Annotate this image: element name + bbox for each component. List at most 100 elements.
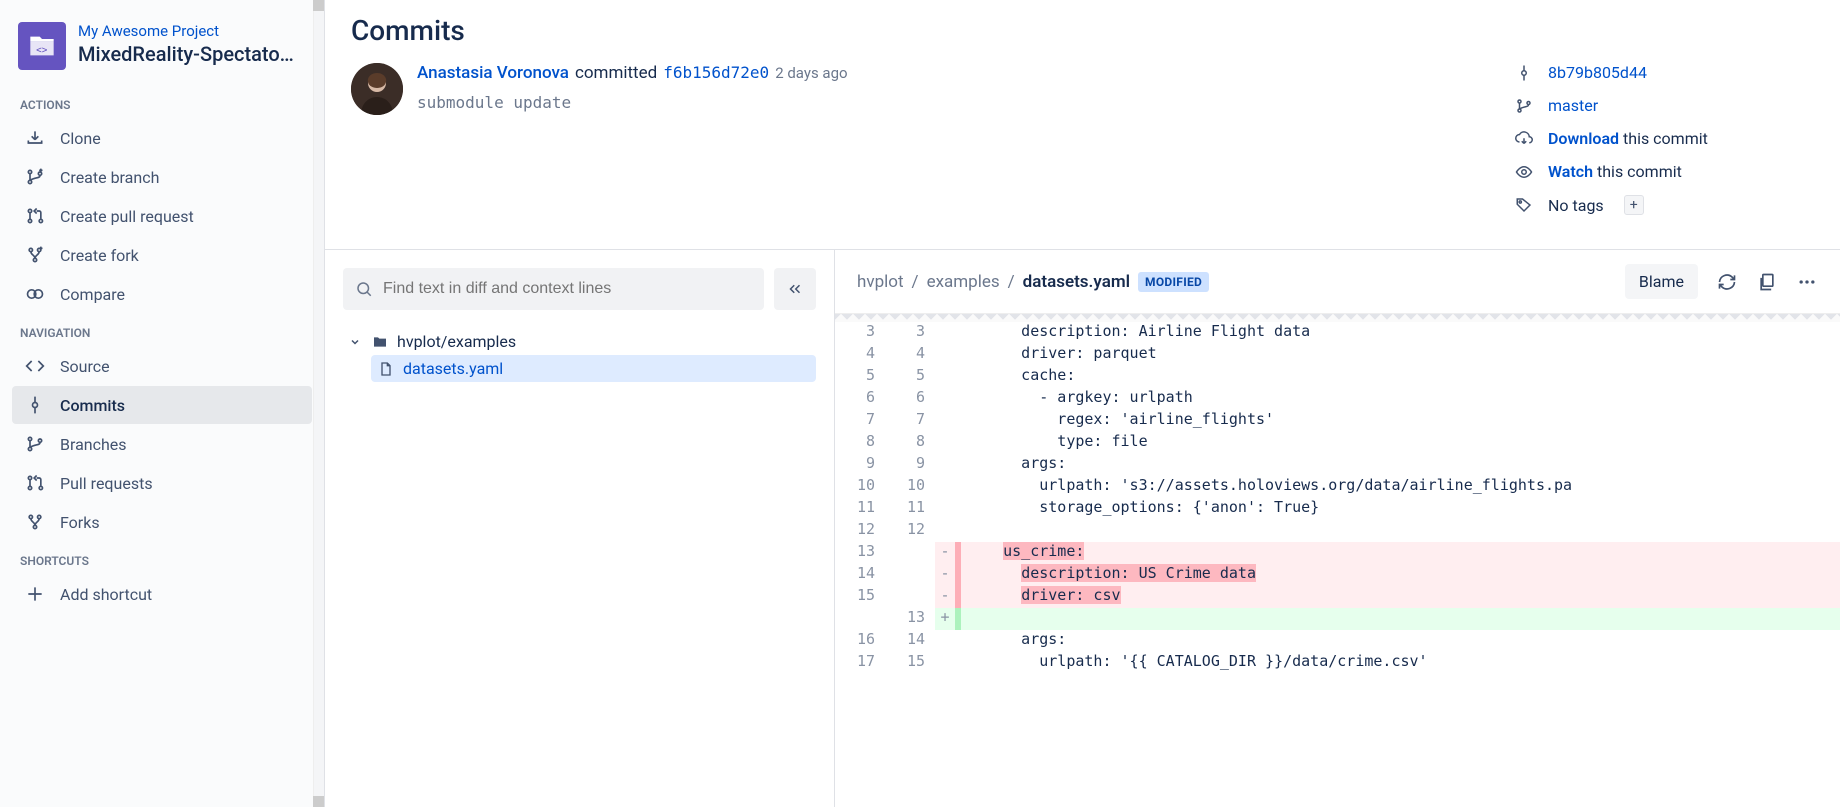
sidebar-action-create-branch[interactable]: Create branch	[12, 158, 312, 196]
compare-icon	[24, 284, 46, 304]
crumb-filename: datasets.yaml	[1023, 272, 1130, 292]
commit-icon	[1514, 64, 1534, 82]
diff-line[interactable]: 1111 storage_options: {'anon': True}	[835, 498, 1840, 520]
tag-icon	[1514, 196, 1534, 214]
search-icon	[355, 280, 373, 298]
sidebar-nav-branches[interactable]: Branches	[12, 425, 312, 463]
sidebar-item-label: Branches	[60, 435, 127, 454]
crumb-segment[interactable]: hvplot	[857, 272, 904, 292]
author-avatar[interactable]	[351, 63, 403, 115]
diff-search-input[interactable]	[383, 280, 752, 298]
author-link[interactable]: Anastasia Voronova	[417, 63, 569, 83]
watch-commit-link[interactable]: Watch this commit	[1548, 162, 1682, 181]
file-icon	[377, 361, 395, 377]
sidebar-item-label: Compare	[60, 285, 125, 304]
diff-line[interactable]: 15- driver: csv	[835, 586, 1840, 608]
branch-plus-icon	[24, 167, 46, 187]
sidebar-action-create-pr[interactable]: Create pull request	[12, 197, 312, 235]
project-parent-link[interactable]: My Awesome Project	[78, 22, 306, 40]
diff-search-box[interactable]	[343, 268, 764, 310]
crumb-segment[interactable]: examples	[927, 272, 1000, 292]
diff-line[interactable]: 44 driver: parquet	[835, 344, 1840, 366]
commit-relative-time: 2 days ago	[775, 64, 847, 82]
svg-text:<>: <>	[36, 45, 48, 56]
sidebar-action-compare[interactable]: Compare	[12, 275, 312, 313]
tree-folder-row[interactable]: hvplot/examples	[343, 328, 816, 355]
diff-line[interactable]: 13+	[835, 608, 1840, 630]
sidebar-item-label: Pull requests	[60, 474, 153, 493]
sidebar-nav-source[interactable]: Source	[12, 347, 312, 385]
sidebar-nav-forks[interactable]: Forks	[12, 503, 312, 541]
diff-line[interactable]: 13- us_crime:	[835, 542, 1840, 564]
sidebar-item-label: Forks	[60, 513, 100, 532]
project-icon: <>	[18, 22, 66, 70]
diff-line[interactable]: 55 cache:	[835, 366, 1840, 388]
sidebar-nav-commits[interactable]: Commits	[12, 386, 312, 424]
folder-icon	[371, 334, 389, 350]
tags-label: No tags	[1548, 196, 1604, 215]
project-header: <> My Awesome Project MixedReality-Spect…	[8, 12, 316, 86]
diff-line[interactable]: 33 description: Airline Flight data	[835, 322, 1840, 344]
section-shortcuts-label: SHORTCUTS	[8, 542, 316, 574]
diff-line[interactable]: 1212	[835, 520, 1840, 542]
commit-full-hash-link[interactable]: 8b79b805d44	[1548, 63, 1647, 82]
diff-line[interactable]: 66 - argkey: urlpath	[835, 388, 1840, 410]
diff-line[interactable]: 1010 urlpath: 's3://assets.holoviews.org…	[835, 476, 1840, 498]
sidebar-action-create-fork[interactable]: Create fork	[12, 236, 312, 274]
refresh-icon	[1717, 272, 1737, 292]
fork-icon	[24, 512, 46, 532]
diff-line[interactable]: 99 args:	[835, 454, 1840, 476]
branch-link[interactable]: master	[1548, 96, 1598, 115]
sidebar-nav-pull-requests[interactable]: Pull requests	[12, 464, 312, 502]
pull-request-plus-icon	[24, 206, 46, 226]
add-tag-button[interactable]: +	[1624, 195, 1644, 215]
main-content: Commits Anastasia Voronova committed f6b…	[325, 0, 1840, 807]
sidebar-item-label: Source	[60, 357, 110, 376]
file-status-badge: MODIFIED	[1138, 272, 1209, 292]
diff-line[interactable]: 1715 urlpath: '{{ CATALOG_DIR }}/data/cr…	[835, 652, 1840, 674]
download-commit-link[interactable]: Download this commit	[1548, 129, 1708, 148]
sidebar-item-label: Create fork	[60, 246, 139, 265]
tree-file-label: datasets.yaml	[403, 359, 503, 378]
diff-breadcrumb: hvplot / examples / datasets.yaml MODIFI…	[857, 272, 1209, 292]
section-navigation-label: NAVIGATION	[8, 314, 316, 346]
diff-line[interactable]: 88 type: file	[835, 432, 1840, 454]
fork-plus-icon	[24, 245, 46, 265]
cloud-download-icon	[1514, 130, 1534, 148]
file-tree-panel: hvplot/examples datasets.yaml	[325, 250, 835, 807]
diff-collapsed-indicator[interactable]	[835, 314, 1840, 322]
diff-line[interactable]: 1614 args:	[835, 630, 1840, 652]
sidebar-add-shortcut[interactable]: Add shortcut	[12, 575, 312, 613]
branch-icon	[24, 434, 46, 454]
blame-button[interactable]: Blame	[1625, 264, 1698, 299]
eye-icon	[1514, 163, 1534, 181]
code-icon	[24, 356, 46, 376]
side-by-side-button[interactable]	[1756, 271, 1778, 293]
commit-message: submodule update	[417, 93, 1500, 112]
sidebar-item-label: Create pull request	[60, 207, 194, 226]
branch-icon	[1514, 97, 1534, 115]
tree-folder-label: hvplot/examples	[397, 332, 516, 351]
section-actions-label: ACTIONS	[8, 86, 316, 118]
diff-panel: hvplot / examples / datasets.yaml MODIFI…	[835, 250, 1840, 807]
sidebar-item-label: Clone	[60, 129, 101, 148]
commit-short-hash-link[interactable]: f6b156d72e0	[663, 63, 769, 82]
sidebar-action-clone[interactable]: Clone	[12, 119, 312, 157]
refresh-button[interactable]	[1716, 271, 1738, 293]
diff-body[interactable]: 33 description: Airline Flight data44 dr…	[835, 322, 1840, 807]
dots-icon	[1797, 272, 1817, 292]
chevron-down-icon	[349, 336, 363, 348]
plus-icon	[24, 584, 46, 604]
sidebar-scrollbar[interactable]	[313, 0, 324, 807]
chevrons-left-icon	[786, 280, 804, 298]
project-name: MixedReality-Spectato…	[78, 42, 306, 66]
sidebar-item-label: Add shortcut	[60, 585, 152, 604]
pull-request-icon	[24, 473, 46, 493]
more-actions-button[interactable]	[1796, 271, 1818, 293]
sidebar: <> My Awesome Project MixedReality-Spect…	[0, 0, 325, 807]
collapse-tree-button[interactable]	[774, 268, 816, 310]
commit-metadata: 8b79b805d44 master Download this commit …	[1514, 63, 1814, 229]
diff-line[interactable]: 14- description: US Crime data	[835, 564, 1840, 586]
tree-file-row[interactable]: datasets.yaml	[371, 355, 816, 382]
diff-line[interactable]: 77 regex: 'airline_flights'	[835, 410, 1840, 432]
